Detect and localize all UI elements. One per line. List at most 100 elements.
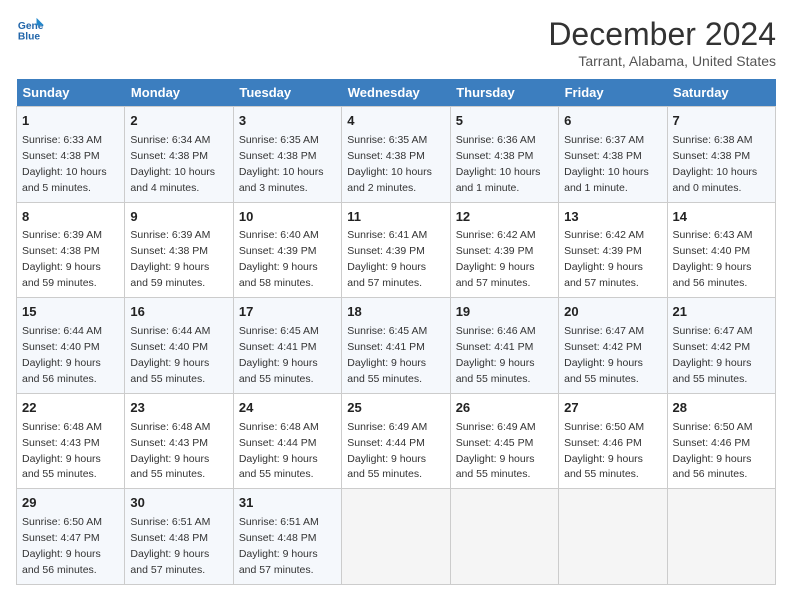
day-detail: Sunrise: 6:42 AM Sunset: 4:39 PM Dayligh…	[456, 229, 536, 289]
calendar-cell: 28 Sunrise: 6:50 AM Sunset: 4:46 PM Dayli…	[667, 393, 775, 489]
day-number: 4	[347, 112, 444, 131]
calendar-week-row: 29 Sunrise: 6:50 AM Sunset: 4:47 PM Dayli…	[17, 489, 776, 585]
day-number: 16	[130, 303, 227, 322]
day-detail: Sunrise: 6:47 AM Sunset: 4:42 PM Dayligh…	[673, 325, 753, 385]
day-detail: Sunrise: 6:38 AM Sunset: 4:38 PM Dayligh…	[673, 134, 758, 194]
calendar-cell: 16 Sunrise: 6:44 AM Sunset: 4:40 PM Dayli…	[125, 298, 233, 394]
weekday-header-saturday: Saturday	[667, 79, 775, 107]
day-detail: Sunrise: 6:49 AM Sunset: 4:45 PM Dayligh…	[456, 421, 536, 481]
calendar-cell: 9Sunrise: 6:39 AM Sunset: 4:38 PM Daylig…	[125, 202, 233, 298]
calendar-cell: 29 Sunrise: 6:50 AM Sunset: 4:47 PM Dayli…	[17, 489, 125, 585]
calendar-cell: 14Sunrise: 6:43 AM Sunset: 4:40 PM Dayli…	[667, 202, 775, 298]
weekday-header-friday: Friday	[559, 79, 667, 107]
day-number: 6	[564, 112, 661, 131]
calendar-cell: 18 Sunrise: 6:45 AM Sunset: 4:41 PM Dayli…	[342, 298, 450, 394]
day-detail: Sunrise: 6:48 AM Sunset: 4:43 PM Dayligh…	[130, 421, 210, 481]
calendar-cell: 21 Sunrise: 6:47 AM Sunset: 4:42 PM Dayli…	[667, 298, 775, 394]
day-number: 9	[130, 208, 227, 227]
calendar-cell: 26 Sunrise: 6:49 AM Sunset: 4:45 PM Dayli…	[450, 393, 558, 489]
logo-icon: General Blue	[16, 16, 44, 44]
day-detail: Sunrise: 6:36 AM Sunset: 4:38 PM Dayligh…	[456, 134, 541, 194]
calendar-cell: 4 Sunrise: 6:35 AM Sunset: 4:38 PM Daylig…	[342, 107, 450, 203]
calendar-cell: 27Sunrise: 6:50 AM Sunset: 4:46 PM Dayli…	[559, 393, 667, 489]
calendar-cell: 2Sunrise: 6:34 AM Sunset: 4:38 PM Daylig…	[125, 107, 233, 203]
calendar-cell: 23Sunrise: 6:48 AM Sunset: 4:43 PM Dayli…	[125, 393, 233, 489]
day-detail: Sunrise: 6:48 AM Sunset: 4:44 PM Dayligh…	[239, 421, 319, 481]
day-number: 12	[456, 208, 553, 227]
calendar-week-row: 22 Sunrise: 6:48 AM Sunset: 4:43 PM Dayli…	[17, 393, 776, 489]
day-detail: Sunrise: 6:42 AM Sunset: 4:39 PM Dayligh…	[564, 229, 644, 289]
day-detail: Sunrise: 6:51 AM Sunset: 4:48 PM Dayligh…	[130, 516, 210, 576]
weekday-header-thursday: Thursday	[450, 79, 558, 107]
day-detail: Sunrise: 6:46 AM Sunset: 4:41 PM Dayligh…	[456, 325, 536, 385]
day-number: 2	[130, 112, 227, 131]
day-number: 13	[564, 208, 661, 227]
day-detail: Sunrise: 6:47 AM Sunset: 4:42 PM Dayligh…	[564, 325, 644, 385]
day-number: 8	[22, 208, 119, 227]
calendar-cell: 7 Sunrise: 6:38 AM Sunset: 4:38 PM Daylig…	[667, 107, 775, 203]
calendar-cell: 17Sunrise: 6:45 AM Sunset: 4:41 PM Dayli…	[233, 298, 341, 394]
day-detail: Sunrise: 6:50 AM Sunset: 4:46 PM Dayligh…	[673, 421, 753, 481]
calendar-week-row: 15 Sunrise: 6:44 AM Sunset: 4:40 PM Dayli…	[17, 298, 776, 394]
day-number: 19	[456, 303, 553, 322]
title-area: December 2024 Tarrant, Alabama, United S…	[548, 16, 776, 69]
day-number: 22	[22, 399, 119, 418]
day-detail: Sunrise: 6:41 AM Sunset: 4:39 PM Dayligh…	[347, 229, 427, 289]
day-number: 20	[564, 303, 661, 322]
day-number: 25	[347, 399, 444, 418]
calendar-cell: 24 Sunrise: 6:48 AM Sunset: 4:44 PM Dayli…	[233, 393, 341, 489]
calendar-cell: 3 Sunrise: 6:35 AM Sunset: 4:38 PM Daylig…	[233, 107, 341, 203]
day-number: 29	[22, 494, 119, 513]
day-detail: Sunrise: 6:40 AM Sunset: 4:39 PM Dayligh…	[239, 229, 319, 289]
calendar-cell: 1Sunrise: 6:33 AM Sunset: 4:38 PM Daylig…	[17, 107, 125, 203]
day-detail: Sunrise: 6:35 AM Sunset: 4:38 PM Dayligh…	[347, 134, 432, 194]
day-number: 11	[347, 208, 444, 227]
day-detail: Sunrise: 6:51 AM Sunset: 4:48 PM Dayligh…	[239, 516, 319, 576]
day-detail: Sunrise: 6:45 AM Sunset: 4:41 PM Dayligh…	[347, 325, 427, 385]
day-number: 10	[239, 208, 336, 227]
calendar-table: SundayMondayTuesdayWednesdayThursdayFrid…	[16, 79, 776, 585]
day-number: 26	[456, 399, 553, 418]
calendar-cell: 10 Sunrise: 6:40 AM Sunset: 4:39 PM Dayli…	[233, 202, 341, 298]
day-number: 15	[22, 303, 119, 322]
day-detail: Sunrise: 6:35 AM Sunset: 4:38 PM Dayligh…	[239, 134, 324, 194]
calendar-cell: 8 Sunrise: 6:39 AM Sunset: 4:38 PM Daylig…	[17, 202, 125, 298]
day-detail: Sunrise: 6:44 AM Sunset: 4:40 PM Dayligh…	[22, 325, 102, 385]
page-header: General Blue December 2024 Tarrant, Alab…	[16, 16, 776, 69]
calendar-cell: 15 Sunrise: 6:44 AM Sunset: 4:40 PM Dayli…	[17, 298, 125, 394]
calendar-cell: 19 Sunrise: 6:46 AM Sunset: 4:41 PM Dayli…	[450, 298, 558, 394]
day-number: 21	[673, 303, 770, 322]
svg-text:Blue: Blue	[18, 31, 41, 42]
day-number: 18	[347, 303, 444, 322]
day-detail: Sunrise: 6:44 AM Sunset: 4:40 PM Dayligh…	[130, 325, 210, 385]
calendar-cell	[450, 489, 558, 585]
calendar-cell: 30 Sunrise: 6:51 AM Sunset: 4:48 PM Dayli…	[125, 489, 233, 585]
day-detail: Sunrise: 6:50 AM Sunset: 4:47 PM Dayligh…	[22, 516, 102, 576]
day-detail: Sunrise: 6:48 AM Sunset: 4:43 PM Dayligh…	[22, 421, 102, 481]
calendar-cell	[667, 489, 775, 585]
day-number: 28	[673, 399, 770, 418]
calendar-cell: 22 Sunrise: 6:48 AM Sunset: 4:43 PM Dayli…	[17, 393, 125, 489]
main-title: December 2024	[548, 16, 776, 53]
logo: General Blue	[16, 16, 44, 44]
calendar-cell: 13 Sunrise: 6:42 AM Sunset: 4:39 PM Dayli…	[559, 202, 667, 298]
day-number: 30	[130, 494, 227, 513]
calendar-week-row: 1Sunrise: 6:33 AM Sunset: 4:38 PM Daylig…	[17, 107, 776, 203]
day-number: 14	[673, 208, 770, 227]
calendar-cell: 12 Sunrise: 6:42 AM Sunset: 4:39 PM Dayli…	[450, 202, 558, 298]
day-number: 24	[239, 399, 336, 418]
weekday-header-sunday: Sunday	[17, 79, 125, 107]
calendar-week-row: 8 Sunrise: 6:39 AM Sunset: 4:38 PM Daylig…	[17, 202, 776, 298]
day-detail: Sunrise: 6:49 AM Sunset: 4:44 PM Dayligh…	[347, 421, 427, 481]
day-number: 31	[239, 494, 336, 513]
calendar-cell	[559, 489, 667, 585]
day-number: 5	[456, 112, 553, 131]
day-number: 17	[239, 303, 336, 322]
day-detail: Sunrise: 6:39 AM Sunset: 4:38 PM Dayligh…	[22, 229, 102, 289]
day-number: 7	[673, 112, 770, 131]
weekday-header-tuesday: Tuesday	[233, 79, 341, 107]
calendar-cell: 6Sunrise: 6:37 AM Sunset: 4:38 PM Daylig…	[559, 107, 667, 203]
day-number: 1	[22, 112, 119, 131]
calendar-cell: 5 Sunrise: 6:36 AM Sunset: 4:38 PM Daylig…	[450, 107, 558, 203]
day-number: 3	[239, 112, 336, 131]
